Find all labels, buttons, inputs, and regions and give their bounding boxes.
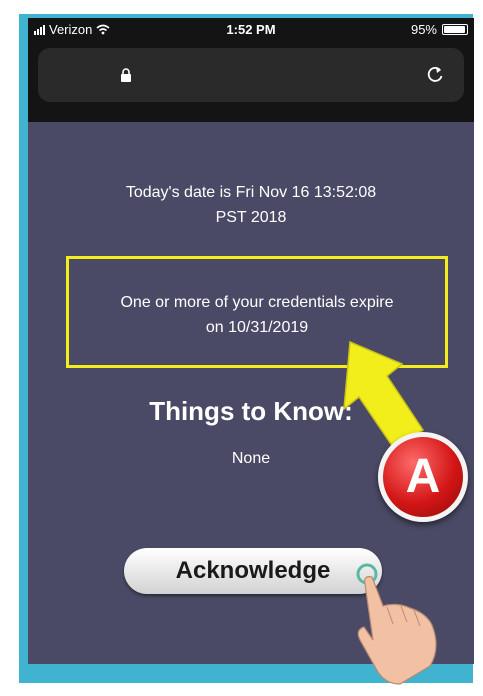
date-line-2: PST 2018 <box>215 209 287 226</box>
todays-date-message: Today's date is Fri Nov 16 13:52:08 PST … <box>68 180 434 230</box>
battery-percent: 95% <box>410 22 437 37</box>
reload-icon[interactable] <box>426 64 444 84</box>
acknowledge-button[interactable]: Acknowledge <box>124 548 382 594</box>
lock-icon <box>121 68 131 82</box>
battery-icon <box>442 24 468 35</box>
browser-toolbar <box>28 42 474 122</box>
battery-info: 95% <box>411 22 468 37</box>
callout-badge: A <box>378 432 468 522</box>
address-bar[interactable] <box>38 48 464 102</box>
credentials-line-2: on 10/31/2019 <box>205 319 309 336</box>
credentials-line-1: One or more of your credentials expire <box>120 294 394 311</box>
status-bar: Verizon 1:52 PM 95% <box>28 18 474 42</box>
date-line-1: Today's date is Fri Nov 16 13:52:08 <box>125 184 377 201</box>
phone-screen: Verizon 1:52 PM 95% Today's date is Fri … <box>28 18 474 664</box>
status-time: 1:52 PM <box>226 22 276 37</box>
things-to-know-heading: Things to Know: <box>149 396 353 426</box>
credentials-expiry-message: One or more of your credentials expire o… <box>74 290 440 340</box>
